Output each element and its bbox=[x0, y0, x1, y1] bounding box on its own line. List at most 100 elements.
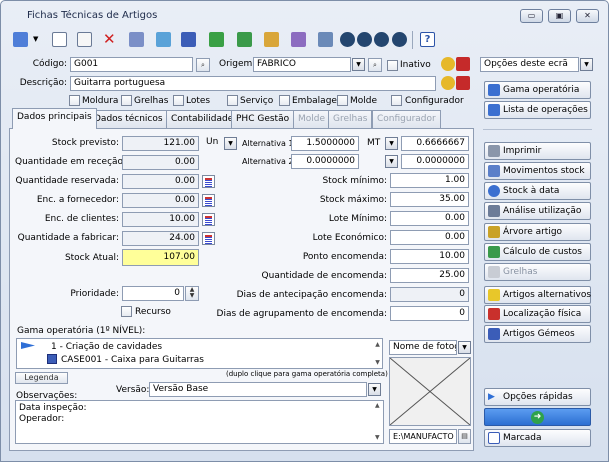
marcada-button[interactable]: Marcada bbox=[484, 429, 591, 447]
qtd-encomenda-field[interactable]: 25.00 bbox=[390, 268, 469, 283]
inativo-checkbox[interactable] bbox=[387, 60, 398, 71]
wand-icon[interactable] bbox=[13, 32, 28, 47]
versao-select[interactable]: Versão Base bbox=[149, 382, 367, 397]
opcoes-rapidas-button[interactable]: ▶ Opções rápidas bbox=[484, 388, 591, 406]
configurador-checkbox[interactable] bbox=[391, 95, 402, 106]
imprimir-button[interactable]: Imprimir bbox=[484, 142, 591, 160]
origem-select[interactable]: FABRICO bbox=[253, 57, 351, 72]
recurso-checkbox[interactable] bbox=[121, 306, 132, 317]
nav-first-icon[interactable] bbox=[340, 32, 355, 47]
localizacao-fisica-button[interactable]: Localização física bbox=[484, 305, 591, 323]
checklist-icon[interactable] bbox=[264, 32, 279, 47]
dias-antecipacao-field: 0 bbox=[390, 287, 469, 302]
origem-dropdown-arrow-icon[interactable]: ▼ bbox=[352, 58, 365, 71]
tab-dados-tecnicos[interactable]: Dados técnicos bbox=[89, 110, 168, 128]
dropdown-arrow-icon[interactable]: ▼ bbox=[33, 32, 41, 47]
tag-icon-2[interactable] bbox=[456, 76, 470, 90]
tag-icon[interactable] bbox=[456, 57, 470, 71]
alt1-value-field[interactable]: 1.5000000 bbox=[291, 136, 359, 151]
delete-icon[interactable]: ✕ bbox=[103, 32, 118, 47]
legenda-button[interactable]: Legenda bbox=[15, 372, 68, 384]
observacoes-textarea[interactable]: Data inspeção: Operador: bbox=[15, 400, 384, 444]
nav-prev-icon[interactable] bbox=[357, 32, 372, 47]
servico-checkbox[interactable] bbox=[227, 95, 238, 106]
codigo-search-button[interactable]: ⌕ bbox=[196, 58, 210, 72]
grelhas-checkbox[interactable] bbox=[121, 95, 132, 106]
qtd-rececao-field: 0.00 bbox=[122, 155, 199, 170]
tab-configurador[interactable]: Configurador bbox=[372, 110, 441, 128]
calculo-custos-button[interactable]: Cálculo de custos bbox=[484, 243, 591, 261]
print-icon[interactable] bbox=[291, 32, 306, 47]
new-document-icon[interactable] bbox=[52, 32, 67, 47]
alt2-unit-dropdown-arrow-icon[interactable]: ▼ bbox=[385, 155, 398, 168]
user-icon[interactable] bbox=[441, 57, 455, 71]
versao-dropdown-arrow-icon[interactable]: ▼ bbox=[368, 383, 381, 396]
molde-checkbox[interactable] bbox=[337, 95, 348, 106]
lista-operacoes-button[interactable]: Lista de operações bbox=[484, 101, 591, 119]
origem-search-button[interactable]: ⌕ bbox=[368, 58, 382, 72]
grelhas-button[interactable]: Grelhas bbox=[484, 263, 591, 281]
tab-grelhas[interactable]: Grelhas bbox=[328, 110, 373, 128]
edit-icon[interactable] bbox=[129, 32, 144, 47]
list-icon[interactable] bbox=[181, 32, 196, 47]
unit-value[interactable]: Un bbox=[203, 136, 223, 151]
options-select[interactable]: Opções deste ecrã bbox=[480, 57, 579, 72]
gama-tree-item[interactable]: 1 - Criação de cavidades bbox=[51, 341, 162, 354]
lote-economico-field[interactable]: 0.00 bbox=[390, 230, 469, 245]
stock-maximo-field[interactable]: 35.00 bbox=[390, 192, 469, 207]
photo-path-field[interactable]: E:\MANUFACTO bbox=[389, 429, 457, 444]
moldura-checkbox[interactable] bbox=[69, 95, 80, 106]
preview-icon[interactable] bbox=[318, 32, 333, 47]
alt1-factor-field[interactable]: 0.6666667 bbox=[401, 136, 469, 151]
tab-phc-gestao[interactable]: PHC Gestão bbox=[231, 110, 295, 128]
observacoes-scroll-up-icon[interactable]: ▲ bbox=[375, 402, 383, 409]
maximize-button[interactable]: ▣ bbox=[548, 9, 571, 23]
photo-frame[interactable] bbox=[389, 357, 471, 426]
tab-contabilidade[interactable]: Contabilidade bbox=[166, 110, 239, 128]
alt1-unit-dropdown-arrow-icon[interactable]: ▼ bbox=[385, 137, 398, 150]
dias-agrupamento-field[interactable]: 0 bbox=[390, 306, 469, 321]
gama-icon bbox=[488, 84, 500, 96]
view-icon[interactable] bbox=[156, 32, 171, 47]
analise-utilizacao-button[interactable]: Análise utilização bbox=[484, 202, 591, 220]
nav-last-icon[interactable] bbox=[392, 32, 407, 47]
photo-dropdown-arrow-icon[interactable]: ▼ bbox=[458, 341, 471, 354]
artigos-alternativos-button[interactable]: Artigos alternativos bbox=[484, 286, 591, 304]
help-icon[interactable]: ? bbox=[420, 32, 435, 47]
movimentos-stock-button[interactable]: Movimentos stock bbox=[484, 162, 591, 180]
refresh-icon[interactable] bbox=[237, 32, 252, 47]
tab-dados-principais[interactable]: Dados principais bbox=[12, 108, 97, 129]
embalagem-checkbox[interactable] bbox=[279, 95, 290, 106]
nav-next-icon[interactable] bbox=[374, 32, 389, 47]
photo-browse-icon[interactable]: ▤ bbox=[458, 429, 471, 444]
gama-operatoria-button[interactable]: Gama operatória bbox=[484, 81, 591, 99]
gama-scrollbar[interactable]: ▲ ▼ bbox=[373, 340, 382, 368]
go-button[interactable]: ➜ bbox=[484, 408, 591, 426]
alt2-factor-field[interactable]: 0.0000000 bbox=[401, 154, 469, 169]
ponto-encomenda-field[interactable]: 10.00 bbox=[390, 249, 469, 264]
prioridade-spinner[interactable]: ▲ ▼ bbox=[185, 286, 199, 301]
gama-tree[interactable]: 1 - Criação de cavidades CASE001 - Caixa… bbox=[16, 338, 383, 369]
lotes-checkbox[interactable] bbox=[173, 95, 184, 106]
user-icon-2[interactable] bbox=[441, 76, 455, 90]
folder-icon[interactable] bbox=[209, 32, 224, 47]
close-window-button[interactable]: ✕ bbox=[576, 9, 599, 23]
stock-minimo-field[interactable]: 1.00 bbox=[390, 173, 469, 188]
unit-dropdown-arrow-icon[interactable]: ▼ bbox=[224, 137, 237, 150]
copy-document-icon[interactable] bbox=[77, 32, 92, 47]
descricao-input[interactable]: Guitarra portuguesa bbox=[70, 76, 436, 91]
codigo-label: Código: bbox=[32, 59, 67, 69]
gama-tree-subitem[interactable]: CASE001 - Caixa para Guitarras bbox=[61, 354, 204, 367]
minimize-button[interactable]: ▭ bbox=[520, 9, 543, 23]
prioridade-field[interactable]: 0 bbox=[122, 286, 184, 301]
lote-minimo-field[interactable]: 0.00 bbox=[390, 211, 469, 226]
observacoes-scroll-down-icon[interactable]: ▼ bbox=[375, 434, 383, 441]
stock-data-button[interactable]: Stock à data bbox=[484, 182, 591, 200]
tab-molde[interactable]: Molde bbox=[293, 110, 331, 128]
codigo-input[interactable]: G001 bbox=[70, 57, 193, 72]
options-dropdown-arrow-icon[interactable]: ▼ bbox=[580, 58, 593, 71]
photo-name-field[interactable]: Nome de fotogr bbox=[389, 340, 457, 355]
arvore-artigo-button[interactable]: Árvore artigo bbox=[484, 223, 591, 241]
artigos-gemeos-button[interactable]: Artigos Gémeos bbox=[484, 325, 591, 343]
alt2-value-field[interactable]: 0.0000000 bbox=[291, 154, 359, 169]
